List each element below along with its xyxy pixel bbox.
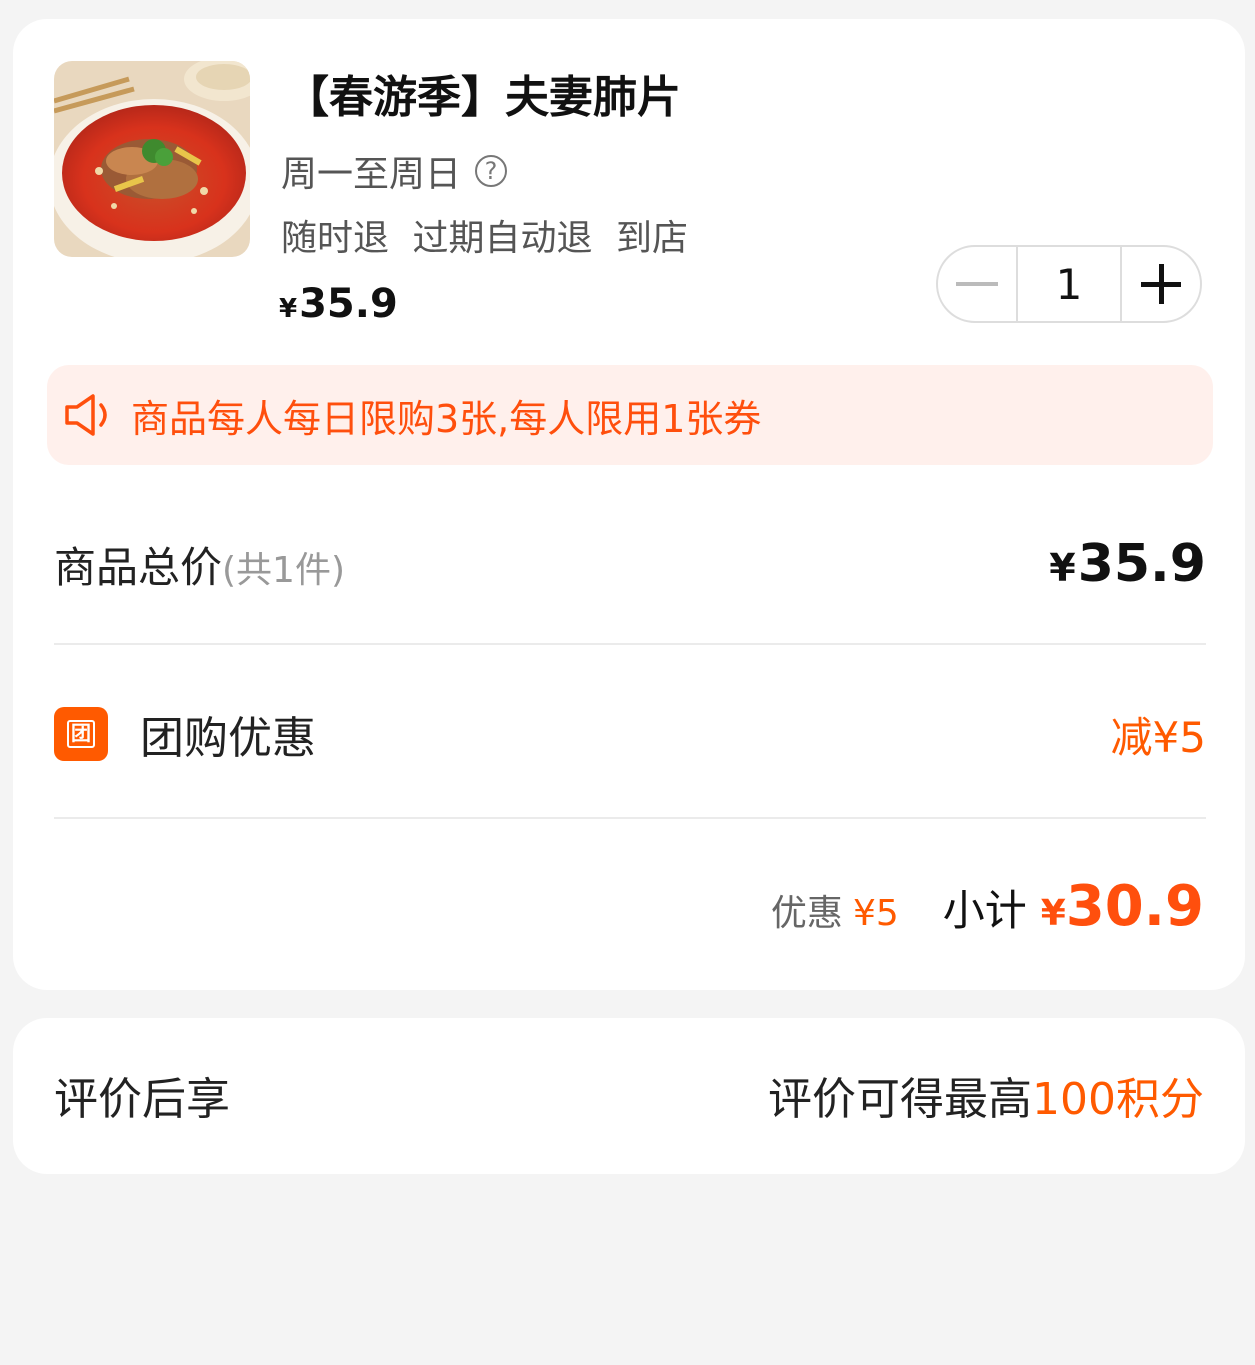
product-image[interactable]: [54, 61, 250, 257]
currency-symbol: ¥: [1040, 893, 1066, 934]
plus-icon: [1141, 264, 1181, 304]
currency-symbol: ¥: [1049, 546, 1076, 590]
group-discount-row[interactable]: 团 团购优惠 减¥5: [54, 694, 1206, 774]
divider: [54, 643, 1206, 645]
order-card: 【春游季】夫妻肺片 周一至周日 ? 随时退 过期自动退 到店 ¥35.9 1 商…: [13, 19, 1245, 990]
total-price: ¥35.9: [1049, 534, 1206, 594]
review-reward-points: 100积分: [1032, 1074, 1204, 1125]
minus-icon: [956, 282, 998, 286]
currency-symbol: ¥: [279, 294, 298, 324]
review-reward-row: 评价后享 评价可得最高100积分: [54, 1040, 1204, 1150]
total-label-text: 商品总价: [54, 542, 223, 592]
discount-left: 团 团购优惠: [54, 702, 316, 766]
review-label: 评价后享: [54, 1074, 230, 1125]
refund-tag: 随时退: [281, 218, 390, 259]
unit-price: ¥35.9: [279, 281, 398, 327]
unit-price-value: 35.9: [299, 281, 398, 327]
subtotal-discount-label: 优惠: [770, 893, 843, 934]
divider: [54, 817, 1206, 819]
notice-text: 商品每人每日限购3张,每人限用1张券: [131, 396, 762, 441]
discount-value: 减¥5: [1110, 712, 1206, 762]
total-label: 商品总价(共1件): [54, 534, 345, 595]
review-reward-prefix: 评价可得最高: [768, 1074, 1033, 1125]
quantity-stepper: 1: [936, 245, 1202, 323]
item-count: (共1件): [222, 549, 346, 591]
refund-tag: 到店: [615, 218, 688, 259]
purchase-limit-notice: 商品每人每日限购3张,每人限用1张券: [47, 365, 1213, 465]
subtotal-value: 30.9: [1065, 874, 1204, 939]
group-buy-icon: 团: [54, 707, 108, 761]
decrease-button[interactable]: [938, 247, 1016, 321]
review-reward: 评价可得最高100积分: [768, 1063, 1204, 1127]
quantity-value[interactable]: 1: [1016, 247, 1122, 321]
help-icon[interactable]: ?: [475, 155, 508, 187]
subtotal-row: 优惠 ¥5 小计 ¥ 30.9: [771, 874, 1204, 944]
increase-button[interactable]: [1122, 247, 1200, 321]
validity-text: 周一至周日: [281, 154, 462, 195]
product-title: 【春游季】夫妻肺片: [285, 72, 681, 123]
discount-label: 团购优惠: [140, 713, 316, 764]
total-row: 商品总价(共1件) ¥35.9: [54, 524, 1206, 604]
speaker-icon: [65, 394, 107, 436]
validity-info: 周一至周日 ?: [281, 145, 508, 197]
group-buy-icon-text: 团: [67, 720, 95, 748]
refund-tag: 过期自动退: [412, 218, 593, 259]
subtotal-discount-value: ¥5: [852, 893, 899, 934]
refund-tags: 随时退 过期自动退 到店: [281, 209, 700, 261]
subtotal-label: 小计: [942, 886, 1027, 935]
total-price-value: 35.9: [1077, 534, 1206, 594]
